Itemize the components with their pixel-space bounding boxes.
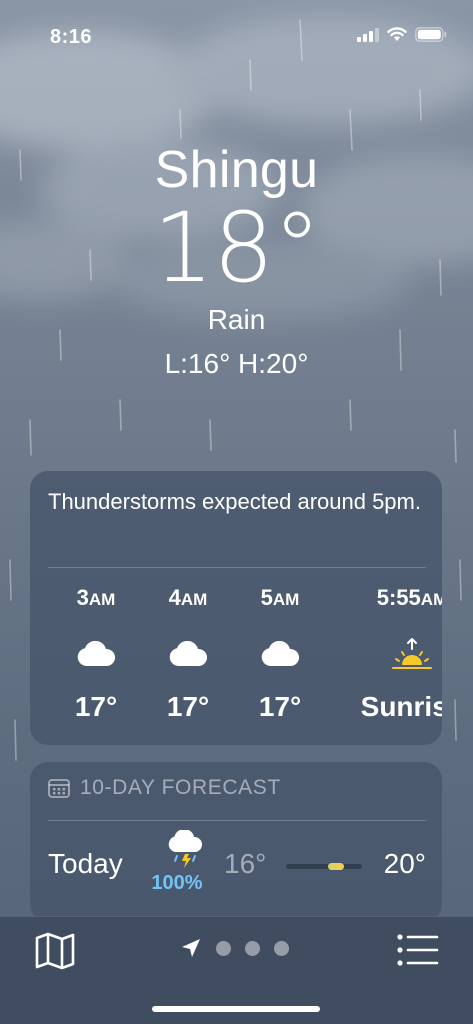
cellular-signal-icon [357, 27, 379, 42]
page-dot [216, 940, 231, 956]
forecast-header: 10-DAY FORECAST [48, 776, 281, 800]
temperature-range-bar [286, 863, 362, 870]
ten-day-forecast-card[interactable]: 10-DAY FORECAST Today 100% 16° 20° [30, 762, 442, 922]
hour-item: 5:55AM Sunrise [352, 583, 442, 723]
hour-temperature: 17° [74, 691, 118, 722]
status-time: 8:16 [50, 26, 93, 48]
sunrise-icon [392, 638, 432, 669]
hour-temperature: Sunrise [360, 691, 442, 722]
cloud-icon [77, 641, 115, 666]
card-divider [48, 820, 426, 821]
hour-time: 3AM [76, 585, 116, 610]
precipitation-chance: 100% [151, 872, 203, 894]
hour-item: 5AM 17° [230, 583, 330, 723]
temperature-range-fill [328, 863, 344, 870]
status-icons [357, 27, 447, 42]
hour-temperature: 17° [258, 691, 302, 722]
location-arrow-icon [182, 939, 200, 957]
hour-temperature: 17° [166, 691, 210, 722]
cloud-icon [261, 641, 299, 666]
hour-time: 5:55AM [376, 585, 442, 610]
hourly-list[interactable]: 3AM 17° 4AM 17° 5AM 17° 5:55AM Sunris [30, 583, 442, 733]
current-condition: Rain [207, 304, 266, 335]
page-dot [274, 940, 289, 956]
list-icon[interactable] [397, 933, 439, 967]
hour-time: 5AM [260, 585, 300, 610]
map-icon[interactable] [34, 931, 76, 971]
high-low-temperature: L:16° H:20° [164, 348, 309, 379]
home-indicator[interactable] [152, 1006, 320, 1012]
forecast-header-label: 10-DAY FORECAST [80, 776, 281, 799]
status-bar: 8:16 [0, 0, 473, 70]
forecast-high: 20° [383, 848, 426, 879]
wifi-icon [387, 27, 407, 41]
hour-time: 4AM [168, 585, 208, 610]
bottom-toolbar [0, 916, 473, 1024]
hour-item: 4AM 17° [138, 583, 238, 723]
weather-alert-text: Thunderstorms expected around 5pm. [48, 489, 421, 514]
card-divider [48, 567, 426, 568]
current-weather: Shingu 18° Rain L:16° H:20° [0, 140, 473, 382]
calendar-icon [48, 779, 70, 798]
thunderstorm-icon [168, 828, 203, 868]
forecast-row[interactable]: Today 100% 16° 20° [48, 828, 426, 904]
hourly-forecast-card[interactable]: Thunderstorms expected around 5pm. 3AM 1… [30, 471, 442, 745]
battery-icon [415, 27, 447, 42]
page-dot [245, 940, 260, 956]
forecast-low: 16° [224, 848, 267, 879]
hour-item: 3AM 17° [46, 583, 146, 723]
page-indicator[interactable] [180, 937, 289, 959]
city-name: Shingu [154, 141, 319, 199]
current-temperature: 18° [152, 192, 321, 304]
forecast-day: Today [48, 848, 123, 879]
cloud-icon [169, 641, 207, 666]
